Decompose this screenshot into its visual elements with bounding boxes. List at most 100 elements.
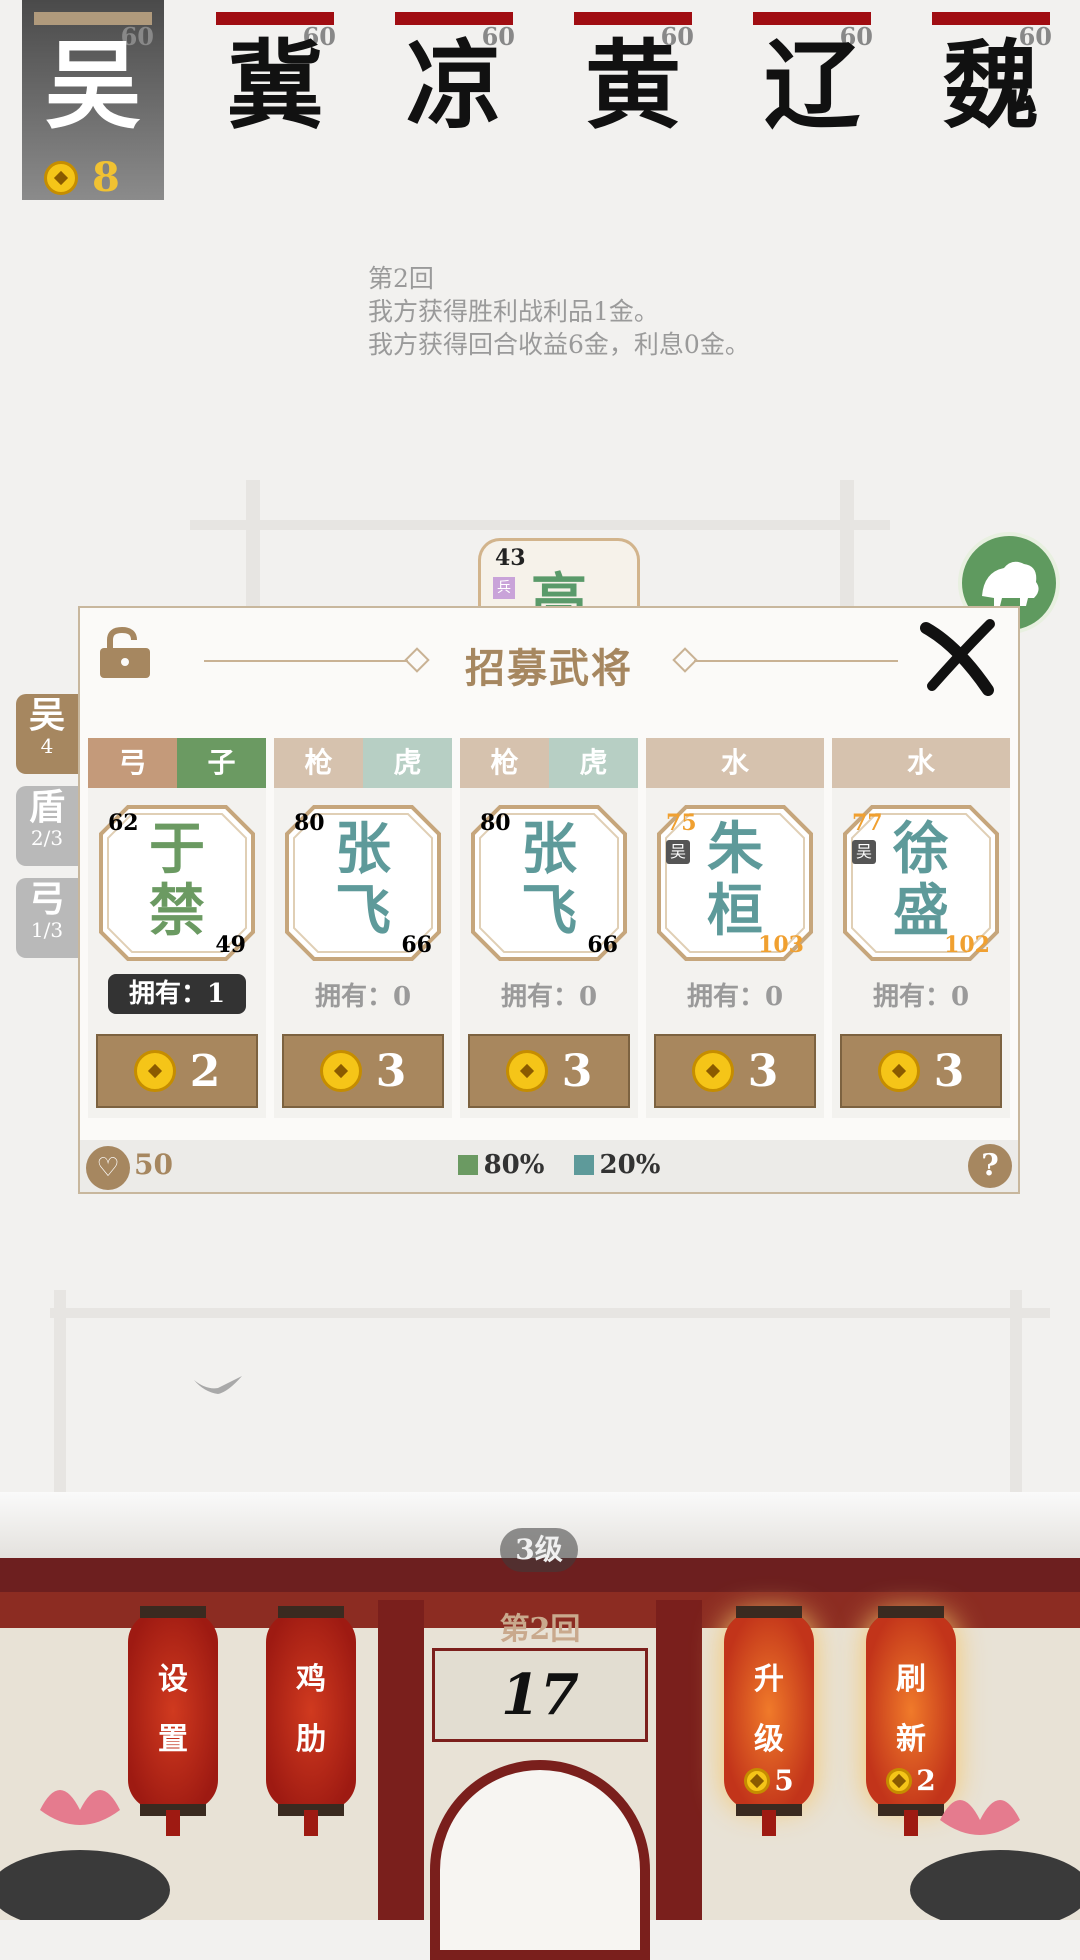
general-name: 徐盛	[842, 818, 1000, 942]
side-tab-bow[interactable]: 弓 1/3	[16, 878, 78, 958]
owned-count: 拥有：0	[872, 982, 970, 1012]
owned-count: 拥有：1	[108, 974, 246, 1014]
side-tab-shield[interactable]: 盾 2/3	[16, 786, 78, 866]
bg-beam-top	[190, 520, 890, 530]
general-name: 朱桓	[656, 818, 814, 942]
bird-icon	[194, 1376, 242, 1394]
general-portrait: 62 于禁 49	[98, 804, 256, 962]
card-tag: 子	[177, 738, 266, 788]
card-tags: 水	[646, 738, 824, 788]
owned-count: 拥有：0	[500, 982, 598, 1012]
buy-button[interactable]: 2	[96, 1034, 258, 1108]
gold-value: 8	[92, 154, 120, 201]
bg-post-3	[54, 1290, 66, 1500]
legend-label: 20%	[599, 1150, 661, 1180]
coin-icon	[133, 1050, 176, 1092]
card-tag: 虎	[549, 738, 638, 788]
general-portrait: 80 张飞 66	[284, 804, 442, 962]
owned-count: 拥有：0	[314, 982, 412, 1012]
recruit-card[interactable]: 枪 虎 80 张飞 66 拥有：0 3	[274, 738, 452, 1118]
buy-button[interactable]: 3	[840, 1034, 1002, 1108]
faction-enemy-3[interactable]: 60 黄	[562, 0, 704, 200]
general-portrait: 80 张飞 66	[470, 804, 628, 962]
lantern-cost: 5	[724, 1764, 814, 1797]
buy-cost: 2	[189, 1045, 221, 1097]
coin-icon	[44, 160, 78, 195]
battle-log: 第2回 我方获得胜利战利品1金。 我方获得回合收益6金，利息0金。	[368, 262, 750, 361]
recruit-card[interactable]: 弓 子 62 于禁 49 拥有：1 2	[88, 738, 266, 1118]
faction-enemy-2[interactable]: 60 凉	[383, 0, 525, 200]
general-portrait: 75 吴 朱桓 103	[656, 804, 814, 962]
recruit-card[interactable]: 水 77 吴 徐盛 102 拥有：0 3	[832, 738, 1010, 1118]
modal-title: 招募武将	[465, 645, 633, 692]
faction-enemy-1[interactable]: 60 冀	[204, 0, 346, 200]
buy-button[interactable]: 3	[282, 1034, 444, 1108]
bg-post-4	[1010, 1290, 1022, 1500]
faction-player[interactable]: 60 吴 8	[22, 0, 164, 201]
level-badge: 3级	[500, 1528, 578, 1572]
coin-icon	[691, 1050, 734, 1092]
general-name: 于禁	[98, 818, 256, 942]
lantern-tassel	[304, 1810, 318, 1836]
side-tab-count: 2/3	[30, 826, 64, 850]
lantern-cap	[140, 1606, 206, 1618]
bg-post-2	[840, 480, 854, 620]
lantern-label-2: 肋	[296, 1722, 326, 1757]
buy-button[interactable]: 3	[654, 1034, 816, 1108]
lantern-label-1: 设	[158, 1662, 188, 1697]
close-button[interactable]	[918, 616, 998, 696]
palace-pillar-right	[656, 1600, 702, 1920]
buy-cost: 3	[747, 1045, 779, 1097]
card-tag: 水	[646, 738, 824, 788]
card-body: 77 吴 徐盛 102 拥有：0 3	[832, 788, 1010, 1118]
chicken-rib-lantern-button[interactable]: 鸡 肋	[266, 1606, 356, 1836]
general-hp: 66	[401, 932, 432, 958]
card-tags: 枪 虎	[460, 738, 638, 788]
coin-icon	[505, 1050, 548, 1092]
log-line: 第2回	[368, 264, 434, 293]
help-button[interactable]: ?	[968, 1144, 1012, 1188]
side-tab-count: 1/3	[30, 918, 64, 942]
side-tab-label: 弓	[28, 878, 65, 920]
card-body: 80 张飞 66 拥有：0 3	[460, 788, 638, 1118]
recruit-card[interactable]: 枪 虎 80 张飞 66 拥有：0 3	[460, 738, 638, 1118]
general-hp: 49	[215, 932, 246, 958]
buy-cost: 3	[933, 1045, 965, 1097]
side-tab-label: 吴	[28, 694, 65, 736]
log-line: 我方获得胜利战利品1金。	[368, 297, 659, 326]
recruit-card[interactable]: 水 75 吴 朱桓 103 拥有：0 3	[646, 738, 824, 1118]
general-hp: 103	[758, 932, 804, 958]
owned-count: 拥有：0	[686, 982, 784, 1012]
card-body: 75 吴 朱桓 103 拥有：0 3	[646, 788, 824, 1118]
general-name-1: 张	[521, 816, 577, 882]
close-icon	[920, 619, 995, 696]
faction-enemy-4[interactable]: 60 辽	[741, 0, 883, 200]
title-deco-right	[694, 660, 898, 662]
coin-icon	[319, 1050, 362, 1092]
general-name-1: 于	[149, 816, 205, 882]
faction-glyph: 凉	[406, 29, 502, 142]
card-body: 62 于禁 49 拥有：1 2	[88, 788, 266, 1118]
faction-glyph: 辽	[764, 29, 860, 142]
coin-icon	[744, 1767, 771, 1794]
general-name-1: 徐	[893, 816, 949, 882]
card-tags: 弓 子	[88, 738, 266, 788]
faction-glyph: 黄	[585, 29, 681, 142]
general-hp: 66	[587, 932, 618, 958]
faction-enemy-5[interactable]: 60 魏	[920, 0, 1062, 200]
player-gold: 8	[44, 154, 120, 201]
recruit-modal: 招募武将 弓 子 62 于禁 49 拥有：1 2 枪 虎 80 张 飞 66 拥…	[78, 606, 1020, 1194]
card-tag: 枪	[274, 738, 363, 788]
buy-button[interactable]: 3	[468, 1034, 630, 1108]
bg-beam-bottom	[50, 1308, 1050, 1318]
side-tab-faction[interactable]: 吴 4	[16, 694, 78, 774]
palace-pillar-left	[378, 1600, 424, 1920]
general-hp: 102	[944, 932, 990, 958]
log-line: 我方获得回合收益6金，利息0金。	[368, 330, 750, 359]
upgrade-lantern-button[interactable]: 升 级 5	[724, 1606, 814, 1836]
lantern-label-2: 级	[754, 1722, 784, 1757]
side-tab-label: 盾	[28, 786, 65, 828]
lantern-cap	[736, 1606, 802, 1618]
general-name-1: 朱	[707, 816, 763, 882]
faction-glyph: 冀	[227, 29, 323, 142]
